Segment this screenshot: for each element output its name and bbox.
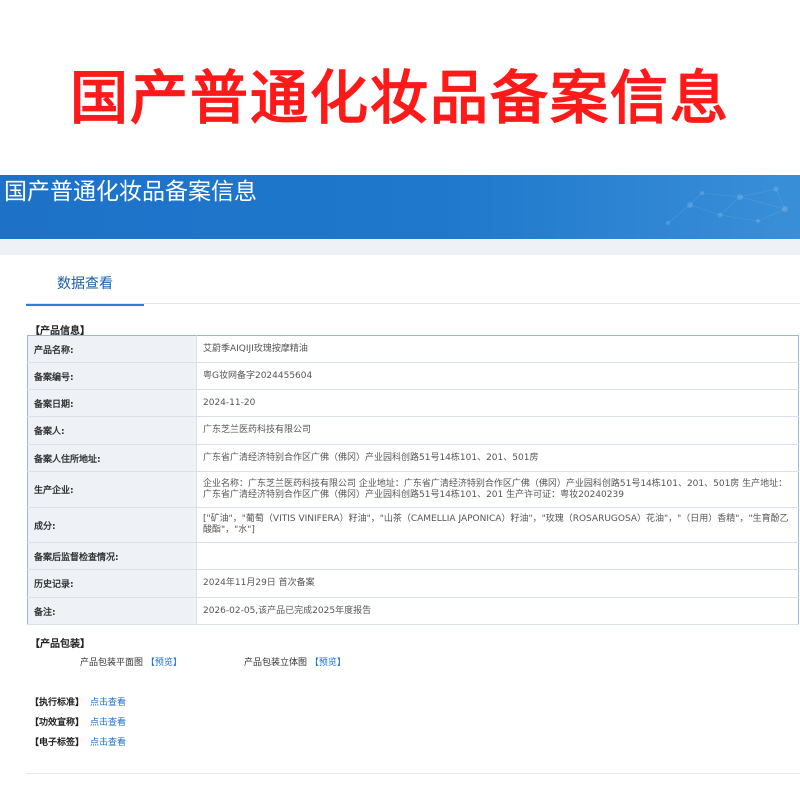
efficacy-label: 【功效宣称】 [30, 718, 85, 728]
row-key: 备注: [27, 597, 197, 625]
standard-view-link[interactable]: 点击查看 [90, 698, 126, 708]
banner-shadow-band [0, 239, 800, 255]
row-key: 历史记录: [27, 569, 197, 598]
row-value: 2024年11月29日 首次备案 [196, 569, 799, 598]
row-value: 广东省广清经济特别合作区广佛（佛冈）产业园科创路51号14栋101、201、50… [196, 444, 799, 472]
row-value: ["矿油"，"葡萄（VITIS VINIFERA）籽油"，"山茶（CAMELLI… [196, 507, 799, 543]
row-key: 生产企业: [27, 471, 197, 508]
package-flat-preview-link[interactable]: 【预览】 [146, 658, 182, 668]
package-solid-item: 产品包装立体图 【预览】 [244, 655, 346, 668]
row-value: 2026-02-05,该产品已完成2025年度报告 [196, 597, 799, 625]
row-key: 备案编号: [27, 362, 197, 390]
efficacy-view-link[interactable]: 点击查看 [90, 718, 126, 728]
product-info-table: 产品名称: 艾蔚季AIQIJI玫瑰按摩精油 备案编号: 粤G妆网备字202445… [27, 335, 799, 625]
row-value: 2024-11-20 [196, 389, 799, 417]
site-banner: 国产普通化妆品备案信息 [0, 175, 800, 239]
row-value: 粤G妆网备字2024455604 [196, 362, 799, 390]
table-row: 生产企业: 企业名称：广东芝兰医药科技有限公司 企业地址：广东省广清经济特别合作… [27, 471, 799, 508]
table-row: 备案人住所地址: 广东省广清经济特别合作区广佛（佛冈）产业园科创路51号14栋1… [27, 444, 799, 472]
row-key: 产品名称: [27, 335, 197, 363]
row-key: 备案人: [27, 416, 197, 445]
row-value: 艾蔚季AIQIJI玫瑰按摩精油 [196, 335, 799, 363]
table-row: 历史记录: 2024年11月29日 首次备案 [27, 569, 799, 598]
table-row: 备案日期: 2024-11-20 [27, 389, 799, 417]
banner-decoration-icon [666, 186, 788, 225]
table-row: 备案人: 广东芝兰医药科技有限公司 [27, 416, 799, 445]
table-row: 备案后监督检查情况: [27, 542, 799, 570]
tab-data-view[interactable]: 数据查看 [26, 266, 144, 306]
e-label-label: 【电子标签】 [30, 738, 85, 748]
row-key: 成分: [27, 507, 197, 543]
package-solid-label: 产品包装立体图 [244, 658, 308, 668]
standard-label: 【执行标准】 [30, 698, 85, 708]
package-solid-preview-link[interactable]: 【预览】 [310, 658, 346, 668]
row-key: 备案后监督检查情况: [27, 542, 197, 570]
e-label-row: 【电子标签】 点击查看 [30, 735, 126, 748]
efficacy-row: 【功效宣称】 点击查看 [30, 715, 126, 728]
package-flat-item: 产品包装平面图 【预览】 [80, 655, 182, 668]
row-key: 备案人住所地址: [27, 444, 197, 472]
row-value: 企业名称：广东芝兰医药科技有限公司 企业地址：广东省广清经济特别合作区广佛（佛冈… [196, 471, 799, 508]
banner-title: 国产普通化妆品备案信息 [4, 179, 257, 205]
e-label-view-link[interactable]: 点击查看 [90, 738, 126, 748]
row-value [196, 542, 799, 570]
package-flat-label: 产品包装平面图 [80, 658, 144, 668]
table-row: 产品名称: 艾蔚季AIQIJI玫瑰按摩精油 [27, 335, 799, 363]
table-row: 备案编号: 粤G妆网备字2024455604 [27, 362, 799, 390]
row-value: 广东芝兰医药科技有限公司 [196, 416, 799, 445]
page-heading: 国产普通化妆品备案信息 [69, 64, 730, 132]
tab-divider [26, 303, 800, 304]
packaging-label: 【产品包装】 [30, 639, 90, 650]
standard-row: 【执行标准】 点击查看 [30, 695, 126, 708]
table-row: 备注: 2026-02-05,该产品已完成2025年度报告 [27, 597, 799, 625]
table-row: 成分: ["矿油"，"葡萄（VITIS VINIFERA）籽油"，"山茶（CAM… [27, 507, 799, 543]
bottom-divider [26, 773, 800, 774]
row-key: 备案日期: [27, 389, 197, 417]
